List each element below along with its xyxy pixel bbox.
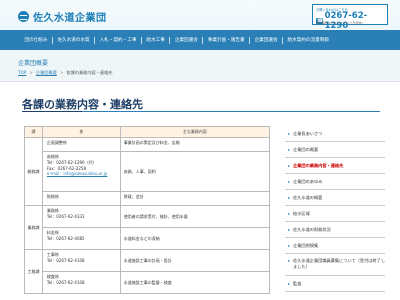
division-tel: Tel：0267-62-4108 xyxy=(46,279,85,285)
nav-item[interactable]: 事業計画・報告書 xyxy=(203,36,251,44)
breadcrumb: TOP > 企業団概要 > 各課の業務内容・連絡先 xyxy=(18,70,112,76)
sidebar-item-active[interactable]: 企業団の業務内容・連絡先 xyxy=(285,158,385,174)
header-division: 係 xyxy=(41,126,121,138)
sidebar-item-label: 企業団のあゆみ xyxy=(293,178,323,184)
arrow-bullet-icon xyxy=(288,148,290,151)
arrow-bullet-icon xyxy=(288,259,290,262)
sidebar-item-label: 企業団の概要 xyxy=(293,146,319,152)
division-email[interactable]: e-mail：info@sakusuidou.or.jp xyxy=(47,171,117,177)
duties-cell: 使用者の請求受付、検針、使用水量 xyxy=(119,205,271,228)
breadcrumb-current: 各課の業務内容・連絡先 xyxy=(66,70,113,75)
sidebar-item-label: 企業団の業務内容・連絡先 xyxy=(293,162,344,168)
nav-item[interactable]: 佐久水道の水質 xyxy=(53,36,96,44)
division-tel: Tel：0267-62-4085 xyxy=(46,235,85,241)
dept-cell: 業務課 xyxy=(24,205,43,250)
arrow-bullet-icon xyxy=(288,244,290,247)
division-cell: 工事係 Tel：0267-62-4108 xyxy=(41,249,121,272)
table-row: 財務係 財政、会計 xyxy=(25,191,271,206)
contact-hours: 受付時間 8:30〜17:15 (土日祝休) xyxy=(316,20,363,25)
nav-item[interactable]: 企業団議会 xyxy=(170,36,204,44)
duties-cell: 財政、会計 xyxy=(119,191,271,206)
division-cell: 業務係 Tel：0267-62-4333 xyxy=(41,205,121,228)
title-divider xyxy=(22,111,380,113)
sidebar-item[interactable]: 佐久水道の財務状況 xyxy=(285,222,385,238)
division-cell: 庶務係 Tel：0267-62-1290（代） Fax：0267-62-2258… xyxy=(41,151,121,192)
header-dept: 課 xyxy=(24,126,43,138)
duties-cell: 水道施設工事の監督・検査 xyxy=(119,271,271,294)
sidebar-item[interactable]: 給水区域 xyxy=(285,206,385,222)
sidebar-menu: 企業長あいさつ 企業団の概要 企業団の業務内容・連絡先 企業団のあゆみ 佐久水道… xyxy=(285,126,385,292)
table-row: 業務課 業務係 Tel：0267-62-4333 使用者の請求受付、検針、使用水… xyxy=(24,205,271,250)
sidebar-item-label: 企業団例規集 xyxy=(293,242,319,248)
division-cell: 検査係 Tel：0267-62-4108 xyxy=(41,271,121,294)
breadcrumb-parent[interactable]: 企業団概要 xyxy=(36,70,57,75)
nav-item[interactable]: 給水契約の流量制御 xyxy=(283,37,333,44)
site-header: 佐久水道企業団 お問い合わせはこちら 0267-62-1290 受付時間 8:3… xyxy=(0,0,400,31)
table-row: 工務課 工事係 Tel：0267-62-4108 水道施設工事の計画・設計 xyxy=(24,249,271,294)
breadcrumb-separator: > xyxy=(29,70,33,75)
table-row: 総務課 企画調整係 事業計画の策定及び料金、広報 xyxy=(24,137,271,206)
breadcrumb-separator: > xyxy=(59,70,64,75)
division-cell: 財務係 xyxy=(41,191,121,206)
department-table: 課 係 主な業務内容 総務課 企画調整係 事業計画の策定及び料金、広報 庶務係 … xyxy=(24,126,271,294)
table-row: 検査係 Tel：0267-62-4108 水道施設工事の監督・検査 xyxy=(25,271,271,294)
division-cell: 料金係 Tel：0267-62-4085 xyxy=(41,227,121,250)
sidebar-item-label: 企業長あいさつ xyxy=(293,130,323,136)
sidebar-item[interactable]: 企業団のあゆみ xyxy=(285,174,385,190)
dept-cell: 工務課 xyxy=(24,249,43,294)
sidebar-item[interactable]: 企業長あいさつ xyxy=(285,126,385,142)
table-row: 料金係 Tel：0267-62-4085 水道料金などの収納 xyxy=(25,227,271,250)
contact-box: お問い合わせはこちら 0267-62-1290 受付時間 8:30〜17:15 … xyxy=(312,4,388,31)
sidebar-item[interactable]: 企業団の概要 xyxy=(285,142,385,158)
water-logo-icon xyxy=(18,11,29,22)
sidebar-item-label: 佐久水道企業団職員募集について（受付は終了しました） xyxy=(293,258,386,269)
duties-cell: 水道料金などの収納 xyxy=(119,227,271,250)
sidebar-item-label: 監査 xyxy=(293,280,302,286)
table-header-row: 課 係 主な業務内容 xyxy=(24,126,271,138)
page-title: 各課の業務内容・連絡先 xyxy=(22,98,143,111)
duties-cell: 庶務、人事、契約 xyxy=(119,151,271,192)
arrow-bullet-icon xyxy=(288,212,290,215)
arrow-bullet-icon xyxy=(288,196,290,199)
arrow-bullet-icon xyxy=(288,228,290,231)
division-tel: Tel：0267-62-4108 xyxy=(46,257,85,263)
main-nav: 団の仕組み 佐久水道の水質 入札・契約・工事 給水工事 企業団議会 事業計画・報… xyxy=(0,30,400,50)
division-tel: Tel：0267-62-4333 xyxy=(46,213,85,219)
nav-item[interactable]: 団の仕組み xyxy=(20,36,53,44)
sidebar-item[interactable]: 企業団例規集 xyxy=(285,238,385,254)
nav-item[interactable]: 企業団議会 xyxy=(250,36,284,44)
arrow-bullet-icon xyxy=(288,132,290,135)
breadcrumb-top[interactable]: TOP xyxy=(18,70,26,75)
sidebar-item-label: 給水区域 xyxy=(293,210,310,216)
sidebar-item[interactable]: 佐久水道の概要 xyxy=(285,190,385,206)
sidebar-item-label: 佐久水道の財務状況 xyxy=(293,226,331,232)
nav-item[interactable]: 給水工事 xyxy=(142,36,171,44)
arrow-bullet-icon xyxy=(288,282,290,285)
section-band: 企業団概要 TOP > 企業団概要 > 各課の業務内容・連絡先 xyxy=(0,50,400,82)
site-logo[interactable]: 佐久水道企業団 xyxy=(18,9,107,24)
section-title: 企業団概要 xyxy=(18,60,49,67)
arrow-bullet-icon xyxy=(288,164,290,167)
arrow-bullet-icon xyxy=(288,180,290,183)
division-cell: 企画調整係 xyxy=(41,137,121,152)
site-title: 佐久水道企業団 xyxy=(33,13,107,24)
nav-item[interactable]: 入札・契約・工事 xyxy=(95,36,142,44)
duties-cell: 水道施設工事の計画・設計 xyxy=(119,249,271,272)
sidebar-item[interactable]: 監査 xyxy=(285,276,385,292)
sidebar-item[interactable]: 佐久水道企業団職員募集について（受付は終了しました） xyxy=(285,254,385,276)
header-duties: 主な業務内容 xyxy=(119,126,271,138)
table-row: 庶務係 Tel：0267-62-1290（代） Fax：0267-62-2258… xyxy=(25,151,271,192)
sidebar-item-label: 佐久水道の概要 xyxy=(293,194,323,200)
dept-cell: 総務課 xyxy=(24,137,43,206)
duties-cell: 事業計画の策定及び料金、広報 xyxy=(119,137,271,152)
